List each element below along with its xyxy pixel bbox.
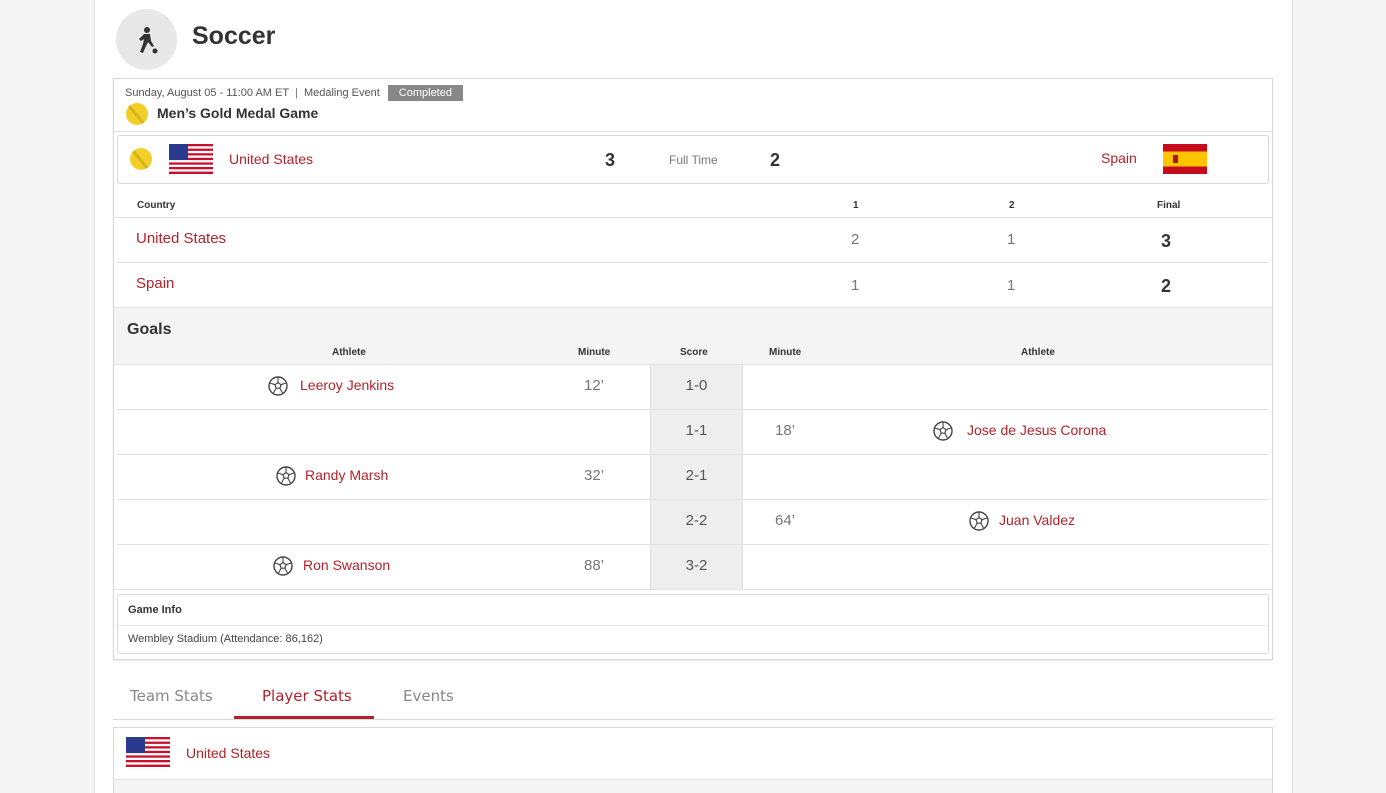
col-athlete-right: Athlete: [1021, 347, 1055, 358]
score-row-p2: 1: [1007, 231, 1016, 248]
col-athlete-left: Athlete: [332, 347, 366, 358]
goal-row: Ron Swanson 88’ 3-2: [117, 545, 1269, 590]
score-row-final: 2: [1161, 276, 1172, 296]
soccer-ball-icon: [969, 511, 989, 531]
athlete-link[interactable]: Juan Valdez: [999, 512, 1075, 528]
goal-minute: 88’: [584, 557, 605, 574]
stats-table-header: [114, 780, 1272, 793]
goal-row: 2-2 64’ Juan Valdez: [117, 500, 1269, 545]
col-score: Score: [680, 347, 708, 358]
game-card: Sunday, August 05 - 11:00 AM ET | Medali…: [113, 78, 1273, 660]
game-info-title: Game Info: [128, 604, 182, 616]
away-score: 2: [770, 150, 781, 170]
athlete-link[interactable]: Leeroy Jenkins: [300, 377, 394, 393]
meta-separator: |: [295, 87, 298, 99]
athlete-link[interactable]: Ron Swanson: [303, 557, 390, 573]
col-period-1: 1: [853, 200, 859, 211]
score-row-p2: 1: [1007, 277, 1016, 294]
event-datetime: Sunday, August 05 - 11:00 AM ET: [125, 87, 290, 99]
goal-minute: 32’: [584, 467, 605, 484]
gold-medal-icon: [130, 148, 152, 170]
soccer-ball-icon: [273, 556, 293, 576]
event-meta: Sunday, August 05 - 11:00 AM ET | Medali…: [125, 85, 463, 101]
goal-score: 1-1: [685, 422, 708, 439]
gold-medal-icon: [126, 103, 148, 125]
athlete-link[interactable]: Randy Marsh: [305, 467, 388, 483]
score-row-p1: 2: [851, 231, 860, 248]
home-team-link[interactable]: United States: [229, 151, 313, 167]
athlete-link[interactable]: Jose de Jesus Corona: [967, 422, 1106, 438]
status-badge: Completed: [387, 85, 463, 101]
divider: [117, 262, 1269, 263]
goal-score: 3-2: [685, 557, 708, 574]
event-type: Medaling Event: [303, 87, 380, 99]
game-info-venue: Wembley Stadium (Attendance: 86,162): [128, 633, 323, 645]
goal-minute: 12’: [584, 377, 605, 394]
match-status: Full Time: [669, 153, 718, 167]
home-score: 3: [605, 150, 616, 170]
away-team-link[interactable]: Spain: [1101, 150, 1137, 166]
goals-header: Goals Athlete Minute Score Minute Athlet…: [114, 307, 1272, 365]
col-minute-right: Minute: [769, 347, 802, 358]
col-final: Final: [1157, 200, 1181, 211]
score-row-final: 3: [1161, 231, 1172, 251]
divider: [114, 589, 1272, 590]
us-flag-icon: [126, 737, 170, 767]
goal-row: 1-1 18’ Jose de Jesus Corona: [117, 410, 1269, 455]
goal-minute: 18’: [775, 422, 796, 439]
soccer-ball-icon: [276, 466, 296, 486]
spain-flag-icon: [1163, 144, 1207, 174]
sport-title: Soccer: [192, 22, 276, 50]
tab-events[interactable]: Events: [403, 687, 454, 705]
goals-title: Goals: [127, 321, 172, 338]
col-minute-left: Minute: [578, 347, 611, 358]
score-row-country-link[interactable]: Spain: [136, 275, 174, 292]
col-country: Country: [137, 200, 176, 211]
goal-score: 1-0: [685, 377, 708, 394]
score-row-p1: 1: [851, 277, 860, 294]
event-title: Men’s Gold Medal Game: [157, 105, 319, 121]
us-flag-icon: [169, 144, 213, 174]
match-scorebox: United States 3 Full Time 2 Spain: [117, 135, 1269, 184]
player-stats-team-card: United States: [113, 727, 1273, 793]
divider: [114, 131, 1272, 132]
tab-player-stats[interactable]: Player Stats: [262, 687, 352, 705]
soccer-player-icon: [116, 9, 177, 70]
player-stats-team-link[interactable]: United States: [186, 745, 270, 761]
soccer-ball-icon: [268, 376, 288, 396]
stats-tabs: Team Stats Player Stats Events: [113, 680, 1273, 720]
goal-score: 2-2: [685, 512, 708, 529]
game-info: Game Info Wembley Stadium (Attendance: 8…: [117, 594, 1269, 654]
tab-team-stats[interactable]: Team Stats: [130, 687, 213, 705]
divider: [114, 217, 1272, 218]
soccer-ball-icon: [933, 421, 953, 441]
divider: [118, 625, 1268, 626]
active-tab-indicator: [234, 716, 374, 719]
col-period-2: 2: [1009, 200, 1015, 211]
goal-row: Leeroy Jenkins 12’ 1-0: [117, 365, 1269, 410]
page: Soccer Sunday, August 05 - 11:00 AM ET |…: [94, 0, 1293, 793]
score-row-country-link[interactable]: United States: [136, 230, 226, 247]
goal-row: Randy Marsh 32’ 2-1: [117, 455, 1269, 500]
goal-minute: 64’: [775, 512, 796, 529]
goal-score: 2-1: [685, 467, 708, 484]
